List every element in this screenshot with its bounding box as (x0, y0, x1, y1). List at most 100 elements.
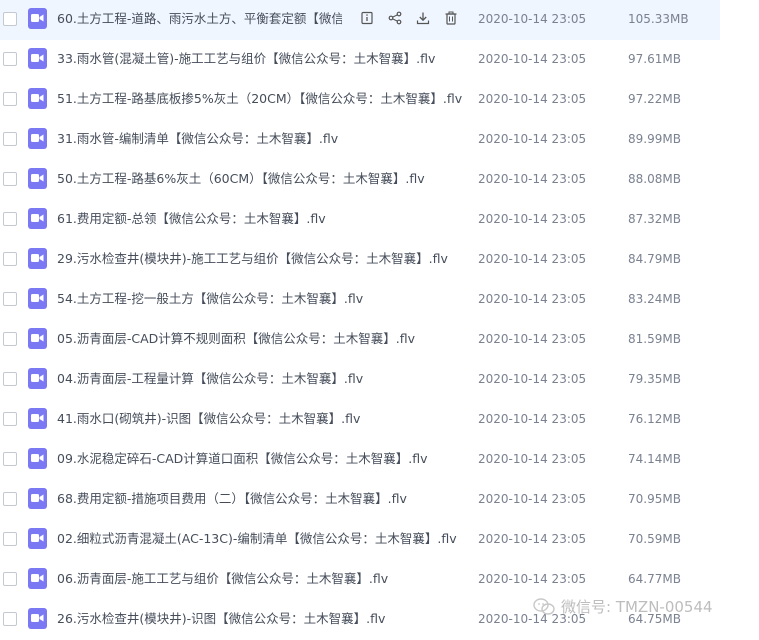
video-file-icon (28, 528, 47, 549)
row-checkbox[interactable] (3, 372, 17, 386)
info-icon[interactable] (358, 9, 376, 27)
file-date: 2020-10-14 23:05 (478, 372, 587, 386)
file-row[interactable]: 31.雨水管-编制清单【微信公众号：土木智襄】.flv 2020-10-14 23… (0, 120, 720, 160)
file-row[interactable]: 68.费用定额-措施项目费用（二）【微信公众号：土木智襄】.flv 2020-10… (0, 480, 720, 520)
file-size: 70.95MB (628, 492, 681, 506)
file-name[interactable]: 61.费用定额-总领【微信公众号：土木智襄】.flv (57, 210, 467, 228)
file-row[interactable]: 61.费用定额-总领【微信公众号：土木智襄】.flv 2020-10-14 23:… (0, 200, 720, 240)
row-checkbox[interactable] (3, 492, 17, 506)
row-checkbox[interactable] (3, 92, 17, 106)
file-size: 89.99MB (628, 132, 681, 146)
video-file-icon (28, 168, 47, 189)
video-file-icon (28, 288, 47, 309)
file-size: 81.59MB (628, 332, 681, 346)
file-size: 70.59MB (628, 532, 681, 546)
file-name[interactable]: 29.污水检查井(模块井)-施工工艺与组价【微信公众号：土木智襄】.flv (57, 250, 467, 268)
video-file-icon (28, 448, 47, 469)
video-file-icon (28, 88, 47, 109)
file-row[interactable]: 54.土方工程-挖一般土方【微信公众号：土木智襄】.flv 2020-10-14 … (0, 280, 720, 320)
file-row[interactable]: 33.雨水管(混凝土管)-施工工艺与组价【微信公众号：土木智襄】.flv 2020… (0, 40, 720, 80)
video-file-icon (28, 488, 47, 509)
file-row[interactable]: 29.污水检查井(模块井)-施工工艺与组价【微信公众号：土木智襄】.flv 202… (0, 240, 720, 280)
file-name[interactable]: 54.土方工程-挖一般土方【微信公众号：土木智襄】.flv (57, 290, 467, 308)
file-date: 2020-10-14 23:05 (478, 532, 587, 546)
row-checkbox[interactable] (3, 452, 17, 466)
file-name[interactable]: 31.雨水管-编制清单【微信公众号：土木智襄】.flv (57, 130, 467, 148)
file-date: 2020-10-14 23:05 (478, 412, 587, 426)
file-row[interactable]: 02.细粒式沥青混凝土(AC-13C)-编制清单【微信公众号：土木智襄】.flv… (0, 520, 720, 560)
video-file-icon (28, 208, 47, 229)
video-file-icon (28, 48, 47, 69)
row-checkbox[interactable] (3, 612, 17, 626)
file-name[interactable]: 41.雨水口(砌筑井)-识图【微信公众号：土木智襄】.flv (57, 410, 467, 428)
row-checkbox[interactable] (3, 292, 17, 306)
file-date: 2020-10-14 23:05 (478, 452, 587, 466)
file-date: 2020-10-14 23:05 (478, 572, 587, 586)
row-checkbox[interactable] (3, 332, 17, 346)
watermark: 微信号: TMZN-00544 (533, 596, 713, 617)
row-checkbox[interactable] (3, 252, 17, 266)
row-checkbox[interactable] (3, 532, 17, 546)
file-name[interactable]: 04.沥青面层-工程量计算【微信公众号：土木智襄】.flv (57, 370, 467, 388)
file-size: 88.08MB (628, 172, 681, 186)
file-row[interactable]: 51.土方工程-路基底板掺5%灰土（20CM）【微信公众号：土木智襄】.flv 2… (0, 80, 720, 120)
row-checkbox[interactable] (3, 412, 17, 426)
row-checkbox[interactable] (3, 572, 17, 586)
file-name[interactable]: 60.土方工程-道路、雨污水土方、平衡套定额【微信... (57, 10, 342, 28)
wechat-icon (533, 597, 555, 615)
file-size: 76.12MB (628, 412, 681, 426)
file-row[interactable]: 04.沥青面层-工程量计算【微信公众号：土木智襄】.flv 2020-10-14 … (0, 360, 720, 400)
file-date: 2020-10-14 23:05 (478, 172, 587, 186)
row-checkbox[interactable] (3, 172, 17, 186)
file-row[interactable]: 09.水泥稳定碎石-CAD计算道口面积【微信公众号：土木智襄】.flv 2020-… (0, 440, 720, 480)
row-actions (358, 9, 460, 27)
file-size: 97.22MB (628, 92, 681, 106)
row-checkbox[interactable] (3, 212, 17, 226)
video-file-icon (28, 408, 47, 429)
row-checkbox[interactable] (3, 52, 17, 66)
file-name[interactable]: 05.沥青面层-CAD计算不规则面积【微信公众号：土木智襄】.flv (57, 330, 467, 348)
file-row[interactable]: 06.沥青面层-施工工艺与组价【微信公众号：土木智襄】.flv 2020-10-1… (0, 560, 720, 600)
file-name[interactable]: 33.雨水管(混凝土管)-施工工艺与组价【微信公众号：土木智襄】.flv (57, 50, 467, 68)
file-row[interactable]: 50.土方工程-路基6%灰土（60CM）【微信公众号：土木智襄】.flv 2020… (0, 160, 720, 200)
file-date: 2020-10-14 23:05 (478, 252, 587, 266)
file-date: 2020-10-14 23:05 (478, 92, 587, 106)
video-file-icon (28, 8, 47, 29)
file-size: 74.14MB (628, 452, 681, 466)
row-checkbox[interactable] (3, 132, 17, 146)
file-size: 64.77MB (628, 572, 681, 586)
video-file-icon (28, 568, 47, 589)
video-file-icon (28, 608, 47, 629)
video-file-icon (28, 248, 47, 269)
delete-icon[interactable] (442, 9, 460, 27)
download-icon[interactable] (414, 9, 432, 27)
file-date: 2020-10-14 23:05 (478, 212, 587, 226)
file-row[interactable]: 60.土方工程-道路、雨污水土方、平衡套定额【微信... 2020-10-14 2… (0, 0, 720, 40)
file-name[interactable]: 06.沥青面层-施工工艺与组价【微信公众号：土木智襄】.flv (57, 570, 467, 588)
share-icon[interactable] (386, 9, 404, 27)
file-date: 2020-10-14 23:05 (478, 52, 587, 66)
watermark-text: 微信号: TMZN-00544 (561, 598, 713, 616)
file-size: 87.32MB (628, 212, 681, 226)
file-date: 2020-10-14 23:05 (478, 492, 587, 506)
file-name[interactable]: 68.费用定额-措施项目费用（二）【微信公众号：土木智襄】.flv (57, 490, 467, 508)
file-name[interactable]: 02.细粒式沥青混凝土(AC-13C)-编制清单【微信公众号：土木智襄】.flv (57, 530, 467, 548)
file-date: 2020-10-14 23:05 (478, 292, 587, 306)
file-size: 105.33MB (628, 12, 689, 26)
row-checkbox[interactable] (3, 12, 17, 26)
file-row[interactable]: 05.沥青面层-CAD计算不规则面积【微信公众号：土木智襄】.flv 2020-1… (0, 320, 720, 360)
video-file-icon (28, 328, 47, 349)
file-name[interactable]: 50.土方工程-路基6%灰土（60CM）【微信公众号：土木智襄】.flv (57, 170, 467, 188)
file-size: 79.35MB (628, 372, 681, 386)
file-name[interactable]: 51.土方工程-路基底板掺5%灰土（20CM）【微信公众号：土木智襄】.flv (57, 90, 467, 108)
file-size: 83.24MB (628, 292, 681, 306)
file-name[interactable]: 09.水泥稳定碎石-CAD计算道口面积【微信公众号：土木智襄】.flv (57, 450, 467, 468)
video-file-icon (28, 128, 47, 149)
video-file-icon (28, 368, 47, 389)
file-size: 97.61MB (628, 52, 681, 66)
file-row[interactable]: 41.雨水口(砌筑井)-识图【微信公众号：土木智襄】.flv 2020-10-14… (0, 400, 720, 440)
file-date: 2020-10-14 23:05 (478, 12, 587, 26)
file-date: 2020-10-14 23:05 (478, 332, 587, 346)
file-list: 60.土方工程-道路、雨污水土方、平衡套定额【微信... 2020-10-14 2… (0, 0, 720, 640)
file-name[interactable]: 26.污水检查井(模块井)-识图【微信公众号：土木智襄】.flv (57, 610, 467, 628)
